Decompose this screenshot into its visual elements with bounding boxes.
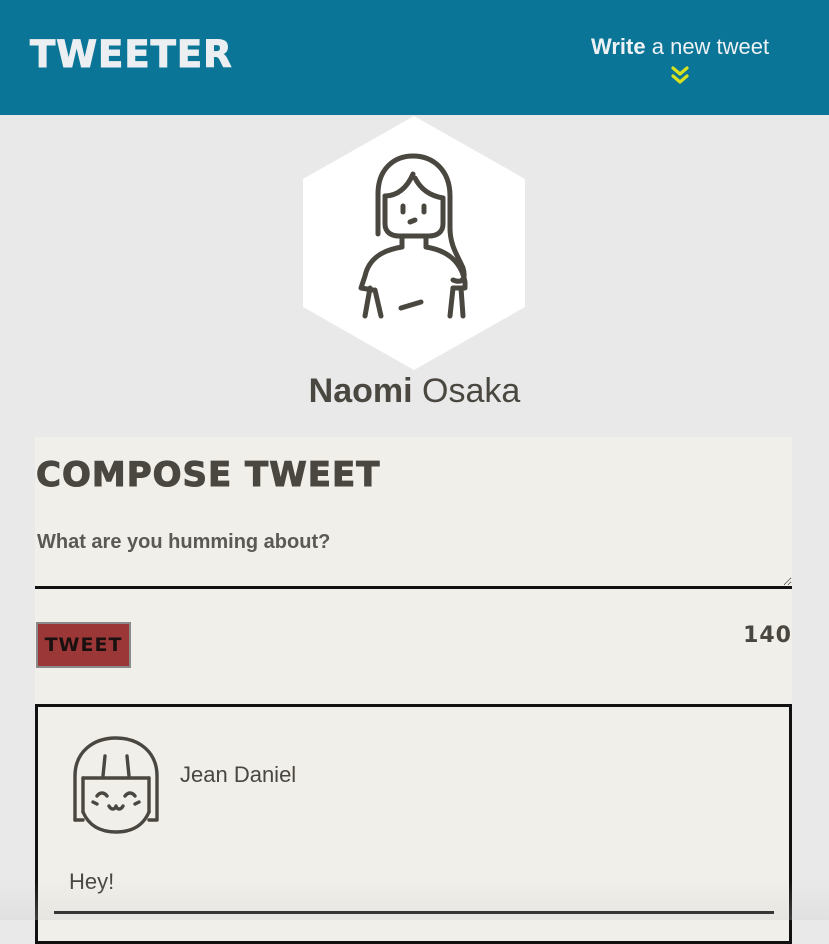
write-label-bold: Write <box>591 34 646 59</box>
double-chevron-down-icon[interactable] <box>669 65 691 87</box>
tweet-divider <box>54 911 774 914</box>
tweet-card: Jean Daniel Hey! <box>35 704 792 944</box>
tweet-author: Jean Daniel <box>180 762 297 787</box>
tweet-body: Hey! <box>69 869 115 894</box>
character-counter: 140 <box>743 623 792 648</box>
profile-name: Naomi Osaka <box>0 372 829 411</box>
write-new-tweet-label[interactable]: Write a new tweet <box>591 34 769 60</box>
first-name: Naomi <box>308 372 413 410</box>
girl-avatar-icon <box>73 736 159 834</box>
tweet-text-input[interactable] <box>35 523 792 589</box>
last-name: Osaka <box>422 372 521 410</box>
top-nav: TWEETER Write a new tweet <box>0 0 829 115</box>
write-label-rest: a new tweet <box>651 34 770 59</box>
compose-title: COMPOSE TWEET <box>35 455 381 496</box>
compose-tweet-section: COMPOSE TWEET TWEET 140 <box>35 437 792 704</box>
write-new-tweet-toggle[interactable]: Write a new tweet <box>591 34 769 87</box>
brand-logo[interactable]: TWEETER <box>30 33 233 77</box>
tweet-submit-button[interactable]: TWEET <box>36 622 131 668</box>
profile-avatar <box>303 116 525 370</box>
